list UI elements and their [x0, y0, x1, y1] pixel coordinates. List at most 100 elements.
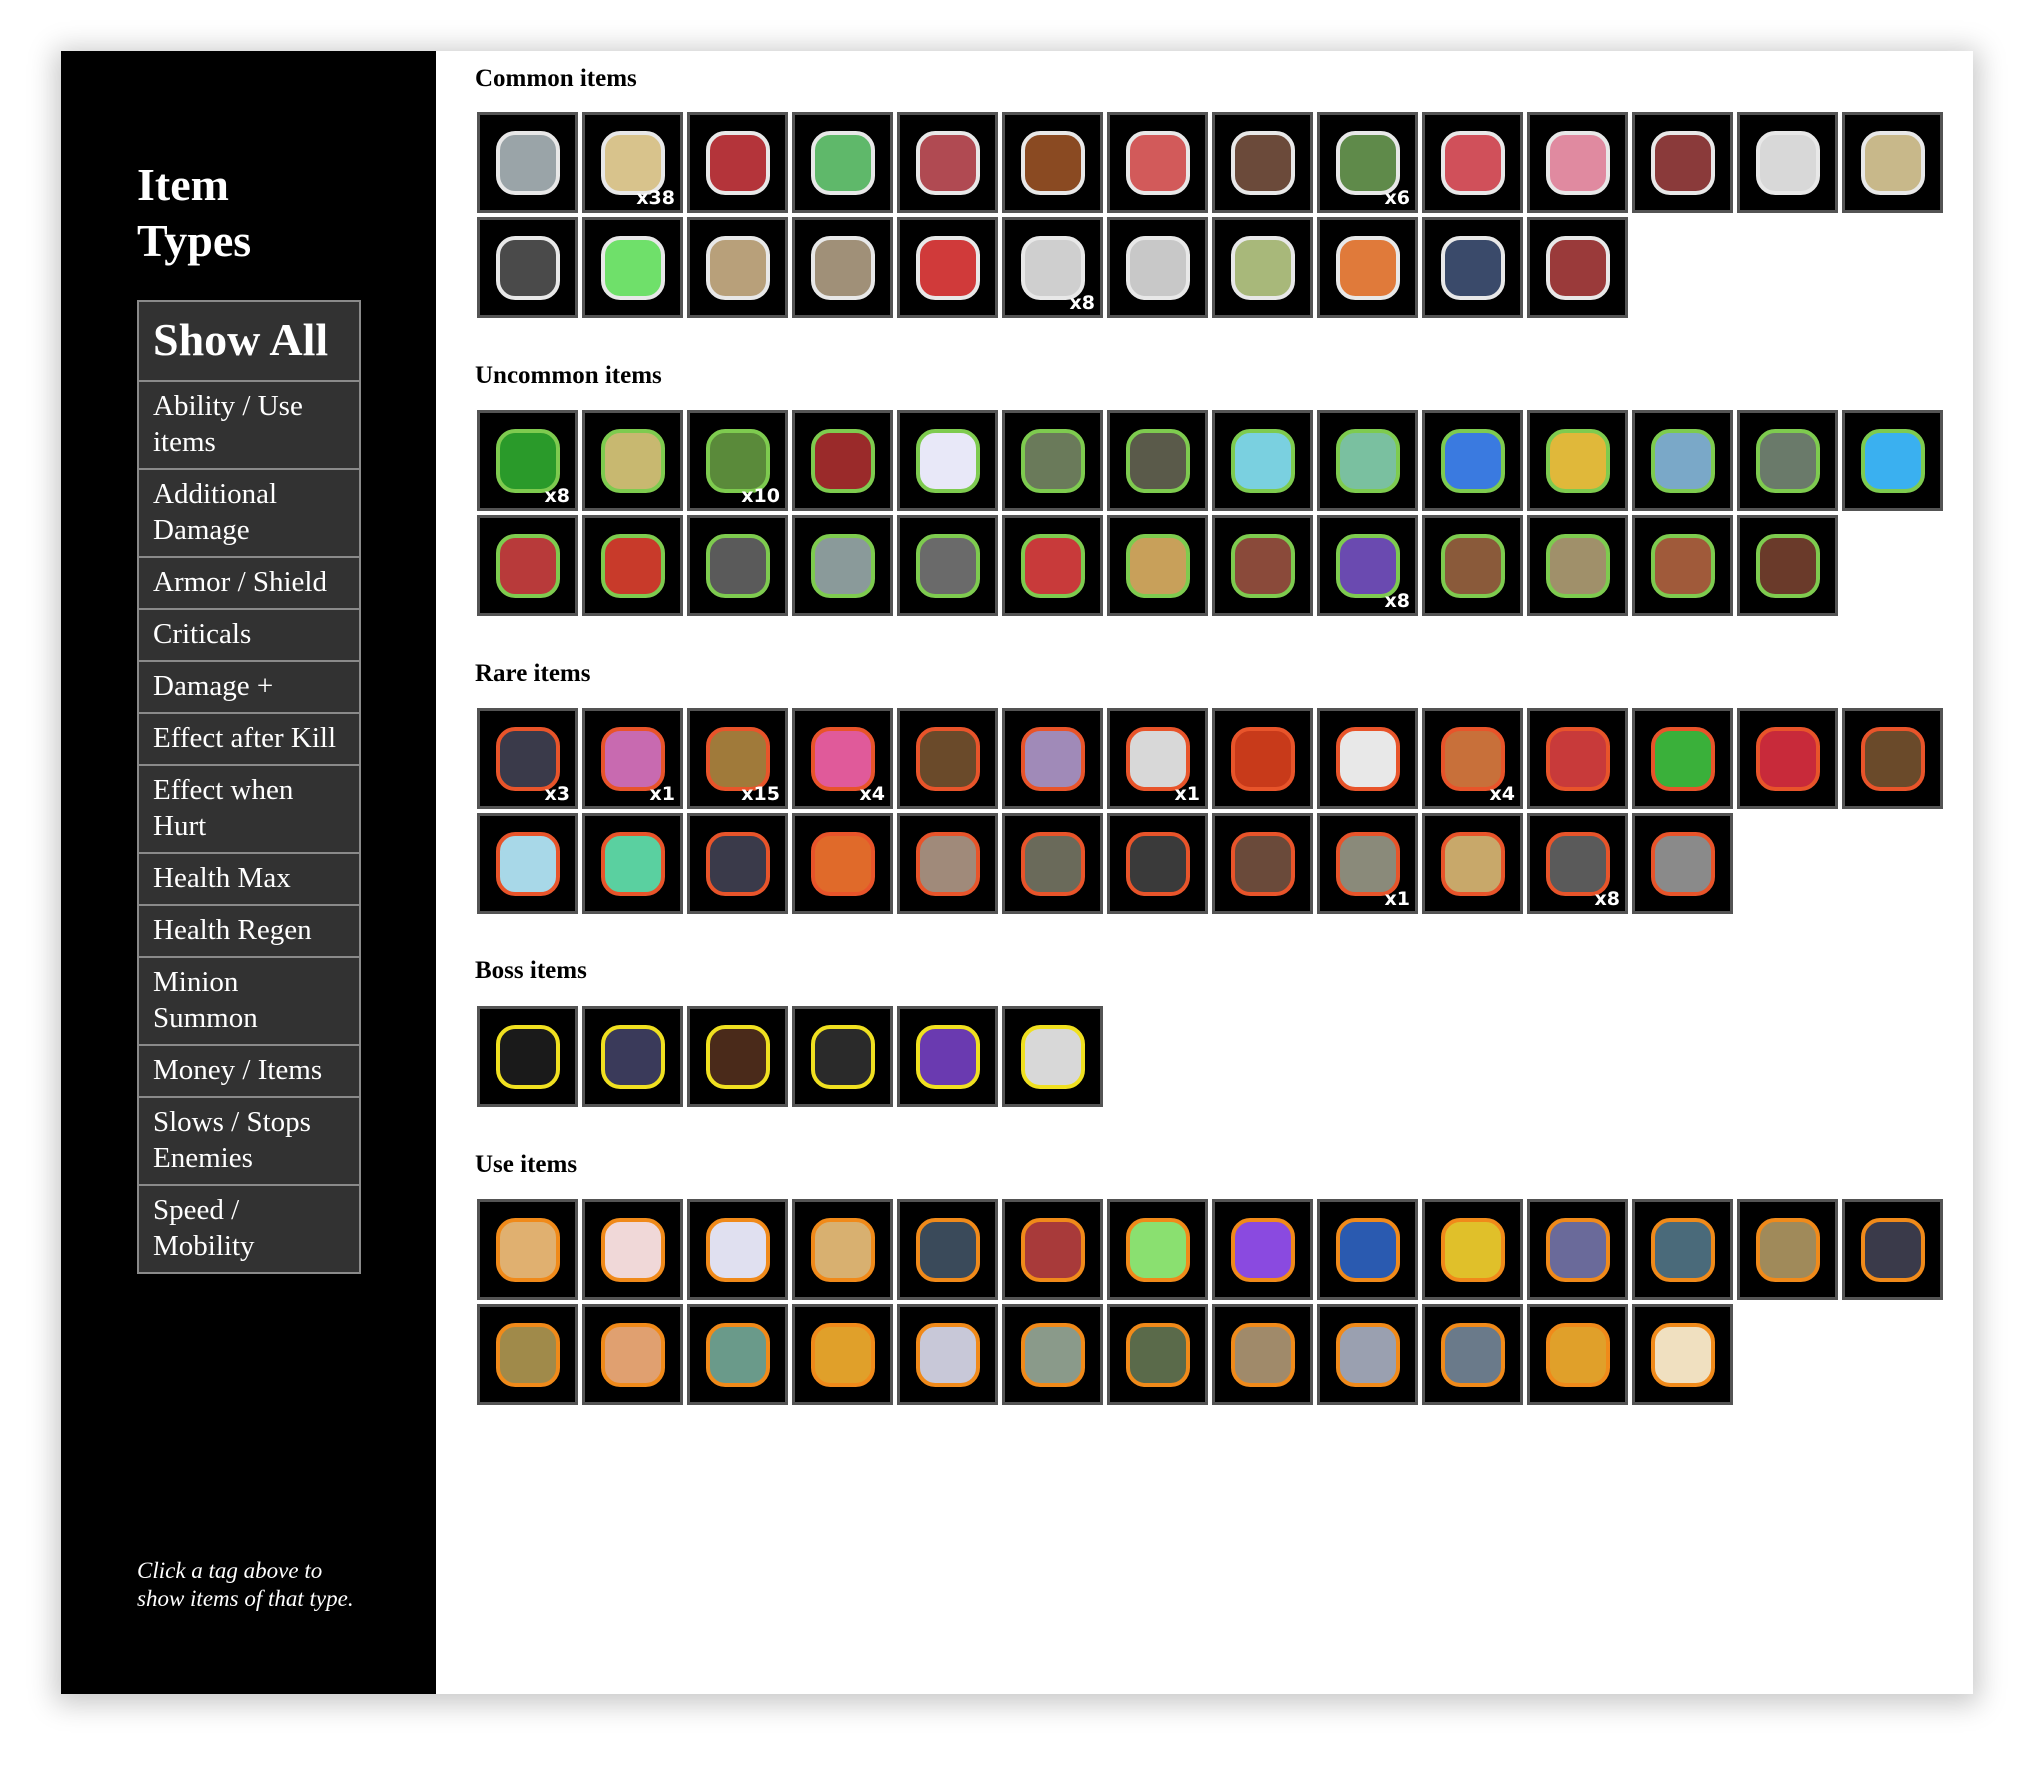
item-tile[interactable] [1002, 813, 1103, 914]
item-tile[interactable] [1842, 708, 1943, 809]
item-tile[interactable]: x4 [1422, 708, 1523, 809]
item-tile[interactable] [1527, 217, 1628, 318]
item-tile[interactable] [1422, 217, 1523, 318]
item-tile[interactable] [1107, 112, 1208, 213]
item-tile[interactable] [582, 1006, 683, 1107]
item-tile[interactable] [1317, 708, 1418, 809]
item-tile[interactable] [1317, 410, 1418, 511]
item-tile[interactable] [1107, 410, 1208, 511]
item-tile[interactable] [1842, 410, 1943, 511]
item-tile[interactable] [582, 515, 683, 616]
item-tile[interactable]: x8 [1002, 217, 1103, 318]
item-tile[interactable] [1842, 112, 1943, 213]
item-tile[interactable] [1842, 1199, 1943, 1300]
item-tile[interactable] [477, 112, 578, 213]
item-tile[interactable] [792, 410, 893, 511]
item-tile[interactable] [687, 112, 788, 213]
item-tile[interactable] [687, 1006, 788, 1107]
item-tile[interactable] [687, 813, 788, 914]
item-tile[interactable] [1527, 708, 1628, 809]
item-tile[interactable] [1527, 410, 1628, 511]
item-tile[interactable] [897, 813, 998, 914]
item-tile[interactable] [792, 1199, 893, 1300]
item-tile[interactable] [1317, 217, 1418, 318]
tag-button[interactable]: Ability / Use items [137, 382, 361, 470]
item-tile[interactable] [1212, 1199, 1313, 1300]
item-tile[interactable]: x1 [1107, 708, 1208, 809]
tag-button[interactable]: Effect when Hurt [137, 766, 361, 854]
item-tile[interactable] [1212, 112, 1313, 213]
item-tile[interactable] [1527, 1199, 1628, 1300]
item-tile[interactable] [1422, 112, 1523, 213]
item-tile[interactable] [1527, 1304, 1628, 1405]
item-tile[interactable] [1002, 708, 1103, 809]
item-tile[interactable] [897, 217, 998, 318]
item-tile[interactable]: x6 [1317, 112, 1418, 213]
item-tile[interactable] [897, 708, 998, 809]
item-tile[interactable] [1737, 112, 1838, 213]
item-tile[interactable] [1002, 1199, 1103, 1300]
item-tile[interactable] [792, 112, 893, 213]
item-tile[interactable]: x8 [1317, 515, 1418, 616]
item-tile[interactable] [792, 1304, 893, 1405]
item-tile[interactable] [687, 217, 788, 318]
item-tile[interactable] [1002, 515, 1103, 616]
item-tile[interactable] [582, 217, 683, 318]
item-tile[interactable] [1212, 515, 1313, 616]
item-tile[interactable] [1632, 1304, 1733, 1405]
item-tile[interactable]: x15 [687, 708, 788, 809]
item-tile[interactable] [1107, 1304, 1208, 1405]
item-tile[interactable] [897, 410, 998, 511]
item-tile[interactable] [687, 1304, 788, 1405]
item-tile[interactable]: x3 [477, 708, 578, 809]
item-tile[interactable] [1632, 708, 1733, 809]
item-tile[interactable] [897, 1304, 998, 1405]
tag-button[interactable]: Additional Damage [137, 470, 361, 558]
item-tile[interactable] [897, 515, 998, 616]
show-all-button[interactable]: Show All [137, 300, 361, 382]
item-tile[interactable]: x1 [1317, 813, 1418, 914]
item-tile[interactable] [792, 813, 893, 914]
item-tile[interactable] [1422, 813, 1523, 914]
tag-button[interactable]: Criticals [137, 610, 361, 662]
item-tile[interactable] [1107, 515, 1208, 616]
item-tile[interactable] [1212, 217, 1313, 318]
item-tile[interactable] [1632, 1199, 1733, 1300]
item-tile[interactable] [1107, 217, 1208, 318]
tag-button[interactable]: Damage + [137, 662, 361, 714]
item-tile[interactable] [1632, 410, 1733, 511]
item-tile[interactable] [1212, 1304, 1313, 1405]
item-tile[interactable] [687, 1199, 788, 1300]
tag-button[interactable]: Money / Items [137, 1046, 361, 1098]
item-tile[interactable] [1002, 1006, 1103, 1107]
item-tile[interactable]: x8 [477, 410, 578, 511]
item-tile[interactable] [582, 1199, 683, 1300]
item-tile[interactable] [792, 515, 893, 616]
item-tile[interactable] [1527, 112, 1628, 213]
item-tile[interactable] [1737, 708, 1838, 809]
tag-button[interactable]: Health Regen [137, 906, 361, 958]
item-tile[interactable] [1737, 410, 1838, 511]
tag-button[interactable]: Minion Summon [137, 958, 361, 1046]
item-tile[interactable] [1107, 813, 1208, 914]
item-tile[interactable] [897, 1006, 998, 1107]
item-tile[interactable] [1737, 1199, 1838, 1300]
item-tile[interactable] [1107, 1199, 1208, 1300]
item-tile[interactable] [1632, 813, 1733, 914]
item-tile[interactable] [1632, 112, 1733, 213]
item-tile[interactable] [792, 217, 893, 318]
item-tile[interactable] [1422, 1304, 1523, 1405]
item-tile[interactable]: x4 [792, 708, 893, 809]
item-tile[interactable] [1212, 410, 1313, 511]
item-tile[interactable] [1002, 112, 1103, 213]
item-tile[interactable]: x38 [582, 112, 683, 213]
item-tile[interactable] [1212, 708, 1313, 809]
tag-button[interactable]: Effect after Kill [137, 714, 361, 766]
item-tile[interactable] [1632, 515, 1733, 616]
item-tile[interactable] [1317, 1199, 1418, 1300]
tag-button[interactable]: Speed / Mobility [137, 1186, 361, 1274]
item-tile[interactable] [477, 1006, 578, 1107]
item-tile[interactable] [792, 1006, 893, 1107]
tag-button[interactable]: Armor / Shield [137, 558, 361, 610]
item-tile[interactable] [897, 112, 998, 213]
